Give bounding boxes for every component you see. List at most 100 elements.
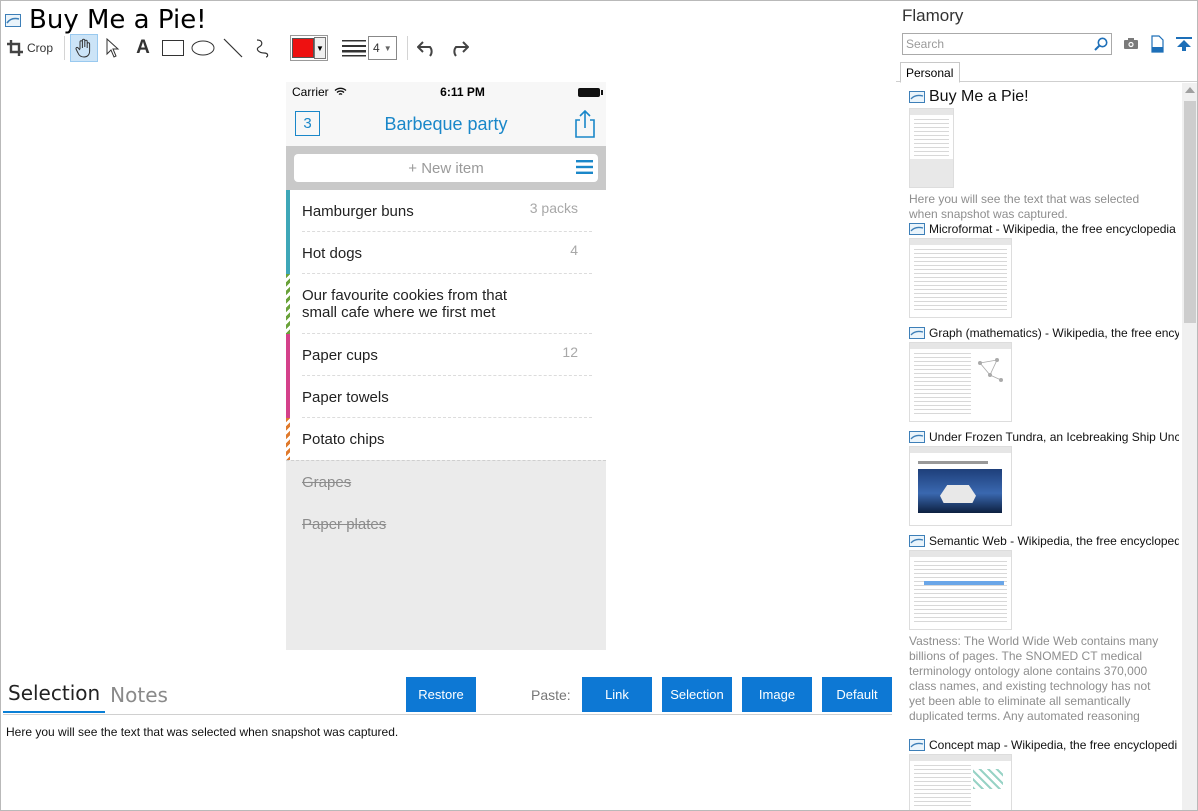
ellipse-icon bbox=[191, 40, 215, 56]
snapshot-entry[interactable]: Under Frozen Tundra, an Icebreaking Ship… bbox=[909, 430, 1179, 526]
share-icon[interactable] bbox=[574, 109, 596, 139]
snapshot-thumbnail[interactable] bbox=[909, 108, 954, 188]
snapshot-entry[interactable]: Microformat - Wikipedia, the free encycl… bbox=[909, 222, 1179, 318]
snapshot-entry[interactable]: Graph (mathematics) - Wikipedia, the fre… bbox=[909, 326, 1179, 422]
scroll-up-arrow[interactable] bbox=[1185, 87, 1195, 93]
item-color-bar bbox=[286, 190, 290, 232]
item-name: Hamburger buns bbox=[302, 202, 414, 220]
item-color-bar bbox=[286, 274, 290, 334]
text-tool-button[interactable]: A bbox=[128, 35, 158, 61]
thumbnail-headline bbox=[918, 461, 988, 464]
list-item[interactable]: Paper towels bbox=[286, 376, 606, 418]
snapshot-entry[interactable]: Semantic Web - Wikipedia, the free encyc… bbox=[909, 534, 1179, 722]
menu-icon[interactable] bbox=[576, 160, 593, 174]
snapshot-title: Semantic Web - Wikipedia, the free encyc… bbox=[929, 534, 1179, 548]
pointer-icon bbox=[106, 38, 120, 58]
snapshot-favicon bbox=[909, 535, 925, 547]
snapshot-title: Graph (mathematics) - Wikipedia, the fre… bbox=[929, 326, 1179, 340]
tab-notes[interactable]: Notes bbox=[105, 683, 173, 713]
item-name: Our favourite cookies from that small ca… bbox=[302, 287, 508, 321]
thumbnail-grey-area bbox=[910, 159, 953, 187]
undo-button[interactable] bbox=[413, 35, 443, 61]
paste-selection-button[interactable]: Selection bbox=[662, 677, 732, 712]
color-picker[interactable]: ▼ bbox=[290, 35, 329, 61]
document-icon[interactable] bbox=[1148, 35, 1166, 53]
snapshot-header: Buy Me a Pie! bbox=[909, 88, 1179, 106]
redo-button[interactable] bbox=[443, 35, 473, 61]
snapshot-favicon bbox=[909, 431, 925, 443]
list-item[interactable]: Paper cups 12 bbox=[286, 334, 606, 376]
color-swatch[interactable] bbox=[292, 38, 315, 58]
purchased-item[interactable]: Grapes bbox=[286, 461, 606, 503]
sidebar-scrollbar[interactable] bbox=[1182, 83, 1197, 810]
line-width-picker[interactable]: 4 ▼ bbox=[342, 35, 397, 61]
thumbnail-content bbox=[914, 353, 971, 417]
rectangle-icon bbox=[162, 40, 185, 56]
snapshot-thumbnail[interactable] bbox=[909, 446, 1012, 526]
ios-status-bar: Carrier 6:11 PM bbox=[286, 82, 606, 102]
undo-icon bbox=[416, 41, 433, 57]
paste-link-button[interactable]: Link bbox=[582, 677, 652, 712]
item-color-bar bbox=[286, 376, 290, 418]
item-name: Hot dogs bbox=[302, 244, 363, 262]
pan-tool-button[interactable] bbox=[70, 34, 99, 62]
paste-image-button[interactable]: Image bbox=[742, 677, 812, 712]
snapshot-entry[interactable]: Concept map - Wikipedia, the free encycl… bbox=[909, 738, 1179, 810]
search-icon[interactable] bbox=[1094, 37, 1108, 51]
crop-label: Crop bbox=[27, 41, 54, 55]
new-item-placeholder: + New item bbox=[408, 159, 484, 177]
thumbnail-header bbox=[910, 343, 1011, 349]
ship-shape bbox=[940, 485, 976, 503]
ellipse-tool-button[interactable] bbox=[188, 35, 218, 61]
carrier-wifi: Carrier bbox=[292, 85, 347, 99]
title-bar: Buy Me a Pie! bbox=[5, 5, 207, 35]
color-dropdown-arrow[interactable]: ▼ bbox=[314, 37, 327, 59]
tab-personal[interactable]: Personal bbox=[900, 62, 960, 83]
window-title: Buy Me a Pie! bbox=[29, 5, 207, 35]
snapshot-title: Concept map - Wikipedia, the free encycl… bbox=[929, 738, 1178, 752]
selection-text[interactable]: Here you will see the text that was sele… bbox=[6, 725, 398, 739]
lists-count-button[interactable]: 3 bbox=[295, 111, 320, 136]
line-width-icon bbox=[342, 40, 367, 57]
snapshot-favicon bbox=[909, 91, 925, 103]
crop-button[interactable]: Crop bbox=[5, 35, 59, 61]
freehand-tool-button[interactable] bbox=[248, 35, 278, 61]
snapshot-thumbnail[interactable] bbox=[909, 342, 1012, 422]
list-item[interactable]: Hamburger buns 3 packs bbox=[286, 190, 606, 232]
bottom-tabs: Selection Notes bbox=[3, 681, 173, 713]
snapshot-thumbnail[interactable] bbox=[909, 550, 1012, 630]
app-icon bbox=[5, 13, 21, 27]
search-input[interactable] bbox=[903, 34, 1083, 54]
purchased-item[interactable]: Paper plates bbox=[286, 503, 606, 545]
search-box[interactable] bbox=[902, 33, 1112, 55]
scroll-thumb[interactable] bbox=[1184, 101, 1196, 323]
snapshot-thumbnail[interactable] bbox=[909, 754, 1012, 810]
list-title: Barbeque party bbox=[384, 113, 508, 134]
list-nav-bar: 3 Barbeque party bbox=[286, 102, 606, 146]
ship-photo bbox=[918, 469, 1002, 513]
snapshot-entry[interactable]: Buy Me a Pie! Here you will see the text… bbox=[909, 88, 1179, 222]
camera-icon[interactable] bbox=[1122, 35, 1140, 53]
rectangle-tool-button[interactable] bbox=[158, 35, 188, 61]
item-color-bar bbox=[286, 418, 290, 460]
list-item[interactable]: Potato chips bbox=[286, 418, 606, 460]
new-item-input[interactable]: + New item bbox=[294, 154, 598, 182]
line-tool-button[interactable] bbox=[218, 35, 248, 61]
tab-selection[interactable]: Selection bbox=[3, 681, 106, 713]
snapshot-header: Semantic Web - Wikipedia, the free encyc… bbox=[909, 534, 1179, 548]
pin-to-top-icon[interactable] bbox=[1175, 35, 1193, 53]
list-item[interactable]: Hot dogs 4 bbox=[286, 232, 606, 274]
paste-default-button[interactable]: Default bbox=[822, 677, 892, 712]
list-item[interactable]: Our favourite cookies from that small ca… bbox=[286, 274, 606, 334]
snapshot-thumbnail[interactable] bbox=[909, 238, 1012, 318]
hand-icon bbox=[75, 38, 91, 58]
restore-button[interactable]: Restore bbox=[406, 677, 476, 712]
select-tool-button[interactable] bbox=[98, 35, 128, 61]
thumbnail-header bbox=[910, 755, 1011, 761]
snapshot-title: Under Frozen Tundra, an Icebreaking Ship… bbox=[929, 430, 1179, 444]
snapshot-favicon bbox=[909, 223, 925, 235]
item-color-bar bbox=[286, 334, 290, 376]
tab-divider bbox=[3, 714, 892, 715]
snapshot-header: Under Frozen Tundra, an Icebreaking Ship… bbox=[909, 430, 1179, 444]
line-width-select[interactable]: 4 ▼ bbox=[368, 36, 397, 60]
